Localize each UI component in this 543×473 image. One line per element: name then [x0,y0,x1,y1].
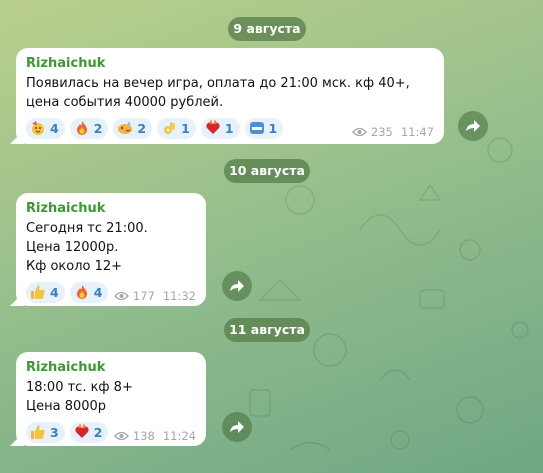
date-separator: 11 августа [224,318,310,342]
reaction-count: 4 [50,284,59,300]
message-meta: 177 11:32 [114,289,196,303]
reaction-chip[interactable]: 2 [69,421,109,443]
message-bubble[interactable]: Rizhaichuk Появилась на вечер игра, опла… [10,48,444,144]
reaction-chip[interactable]: 1 [244,117,284,139]
reactions-bar: 4 2 2 1 1 1 [26,117,284,139]
reaction-chip[interactable]: 1 [200,117,240,139]
reaction-count: 2 [93,120,103,136]
message-text: 18:00 тс. кф 8+ Цена 8000р [26,380,133,414]
reaction-count: 1 [268,120,278,136]
reaction-chip[interactable]: 4 [26,117,65,139]
forward-arrow-icon [466,120,480,132]
sweat-smile-icon [118,122,133,134]
message-footer: 4 4 177 11:32 [26,281,196,303]
message-meta: 235 11:47 [352,125,434,139]
views-eye-icon [352,127,367,137]
view-count: 177 [132,289,155,303]
message-author[interactable]: Rizhaichuk [26,360,196,375]
forward-arrow-icon [230,421,244,433]
view-count: 235 [370,125,393,139]
ok-hand-icon [164,122,175,134]
message-time: 11:24 [162,429,196,443]
reaction-count: 3 [50,424,59,440]
views-eye-icon [114,291,129,301]
reaction-count: 1 [224,120,234,136]
reaction-chip[interactable]: 2 [113,117,153,139]
forward-button[interactable] [222,271,252,301]
reaction-count: 1 [181,120,190,136]
message-text: Появилась на вечер игра, оплата до 21:00… [26,76,410,110]
reaction-count: 2 [137,120,147,136]
fire-icon [76,285,87,299]
party-face-icon [32,121,44,135]
thumbs-up-icon [31,285,45,299]
reaction-chip[interactable]: 3 [26,421,65,443]
thumbs-up-icon [31,425,45,439]
cool-icon [249,122,264,134]
forward-button[interactable] [458,111,488,141]
reactions-bar: 4 4 [26,281,109,303]
heart-on-fire-icon [206,120,220,134]
views-eye-icon [114,431,129,441]
message-time: 11:47 [400,125,434,139]
reaction-count: 4 [93,284,103,300]
reaction-chip[interactable]: 1 [157,117,196,139]
fire-icon [76,121,87,135]
message-footer: 3 2 138 11:24 [26,421,196,443]
heart-on-fire-icon [75,424,89,438]
message-time: 11:32 [162,289,196,303]
message-text: Сегодня тс 21:00. Цена 12000р. Кф около … [26,221,148,274]
view-count: 138 [132,429,155,443]
reaction-count: 4 [50,120,59,136]
message-author[interactable]: Rizhaichuk [26,201,196,216]
message-bubble[interactable]: Rizhaichuk 18:00 тс. кф 8+ Цена 8000р 3 … [10,352,206,446]
date-separator: 10 августа [224,159,310,183]
reaction-chip[interactable]: 2 [69,117,109,139]
message-bubble[interactable]: Rizhaichuk Сегодня тс 21:00. Цена 12000р… [10,193,206,306]
reaction-chip[interactable]: 4 [26,281,65,303]
forward-arrow-icon [230,280,244,292]
message-meta: 138 11:24 [114,429,196,443]
forward-button[interactable] [222,412,252,442]
reactions-bar: 3 2 [26,421,109,443]
date-separator: 9 августа [228,17,306,41]
message-author[interactable]: Rizhaichuk [26,56,434,71]
reaction-count: 2 [93,424,103,440]
message-footer: 4 2 2 1 1 1 235 11:47 [26,117,434,139]
reaction-chip[interactable]: 4 [69,281,109,303]
